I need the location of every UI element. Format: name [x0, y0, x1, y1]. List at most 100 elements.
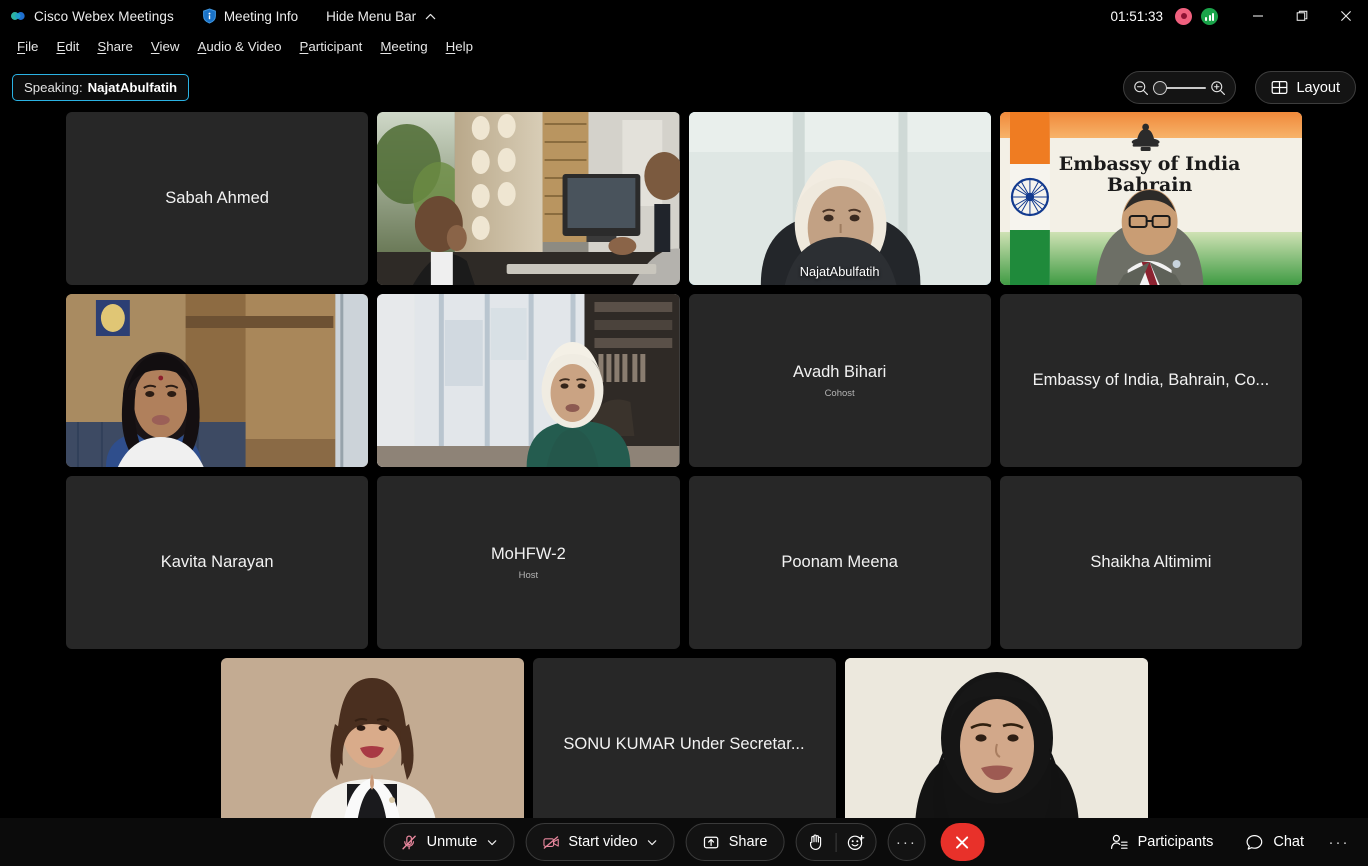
menu-file-label: ile [25, 38, 39, 54]
zoom-control [1123, 71, 1236, 104]
participant-tile-sonu-kumar[interactable]: SONU KUMAR Under Secretar... [532, 658, 836, 831]
participant-tile-shaikha-altimimi[interactable]: Shaikha Altimimi [999, 476, 1302, 649]
menu-share-accel: S [97, 38, 107, 54]
layout-label: Layout [1296, 79, 1340, 96]
tile-name-overlay: NajatAbulfatih [799, 264, 880, 279]
more-options-button[interactable]: ··· [887, 823, 926, 861]
network-quality-icon[interactable] [1201, 7, 1218, 25]
chevron-down-icon[interactable] [647, 837, 658, 848]
menu-edit[interactable]: Edit [47, 36, 88, 57]
participant-tile-embassy-of-india-bahrain[interactable]: Embassy of India, Bahrain, Co... [999, 294, 1302, 467]
video-grid-row: Kavita Narayan MoHFW-2 Host Poonam Meena… [66, 476, 1302, 649]
start-video-button[interactable]: Start video [525, 823, 675, 861]
menu-view[interactable]: View [142, 36, 189, 57]
participant-tile-kavita-narayan[interactable]: Kavita Narayan [66, 476, 369, 649]
microphone-muted-icon [402, 834, 416, 849]
video-feed [66, 294, 369, 467]
zoom-in-icon[interactable] [1210, 80, 1226, 96]
close-button[interactable] [1324, 0, 1368, 32]
zoom-slider[interactable] [1153, 80, 1206, 96]
share-label: Share [728, 834, 768, 850]
video-feed [220, 658, 524, 831]
participant-tile-sabah-ahmed[interactable]: Sabah Ahmed [66, 112, 369, 285]
video-grid: Sabah Ahmed NajatAbulfatih Embassy of In… [66, 112, 1302, 840]
menu-audio-video[interactable]: Audio & Video [188, 36, 290, 57]
emoji-reaction-icon [847, 834, 865, 850]
unmute-label: Unmute [426, 834, 478, 850]
tile-name: MoHFW-2 [490, 544, 566, 563]
toolbar-center-controls: Unmute Start video Share ··· [383, 823, 985, 861]
menu-help-accel: H [445, 38, 456, 54]
restore-icon [1296, 10, 1308, 21]
participant-tile-office-two-men[interactable] [377, 112, 680, 285]
video-feed [377, 112, 680, 285]
toolbar-right-controls: Participants Chat ··· [1096, 823, 1356, 861]
menu-help-label: elp [455, 38, 474, 54]
raise-hand-button[interactable] [796, 823, 835, 861]
participant-tile-najatabulfatih-active-speaker[interactable]: NajatAbulfatih [688, 112, 991, 285]
recording-indicator-icon[interactable] [1175, 7, 1192, 25]
meeting-info-label: Meeting Info [223, 8, 299, 24]
zoom-out-icon[interactable] [1133, 80, 1149, 96]
menu-edit-accel: E [56, 38, 66, 54]
chat-button[interactable]: Chat [1231, 823, 1318, 861]
hide-menu-bar-button[interactable]: Hide Menu Bar [326, 9, 437, 24]
chat-bubble-icon [1246, 834, 1263, 850]
tile-name: Sabah Ahmed [165, 189, 269, 207]
participants-label: Participants [1137, 834, 1214, 850]
menu-share[interactable]: Share [88, 36, 142, 57]
participant-tile-mohfw-2[interactable]: MoHFW-2 Host [377, 476, 680, 649]
more-panels-button[interactable]: ··· [1322, 823, 1356, 861]
menu-meeting[interactable]: Meeting [371, 36, 436, 57]
participant-tile-avadh-bihari[interactable]: Avadh Bihari Cohost [688, 294, 991, 467]
title-bar: Cisco Webex Meetings Meeting Info Hide M… [0, 0, 1368, 32]
participant-tile-woman-wood-office[interactable] [66, 294, 369, 467]
menu-meeting-label: eeting [391, 38, 428, 54]
share-button[interactable]: Share [685, 823, 785, 861]
video-grid-row: Avadh Bihari Cohost Embassy of India, Ba… [66, 294, 1302, 467]
close-x-icon [956, 835, 969, 849]
hide-menu-bar-label: Hide Menu Bar [326, 8, 417, 24]
raise-hand-icon [810, 834, 822, 850]
chevron-down-icon[interactable] [486, 837, 497, 848]
share-screen-icon [703, 836, 719, 848]
webex-logo-icon [8, 6, 28, 26]
meeting-info-button[interactable]: Meeting Info [202, 8, 298, 24]
close-icon [1340, 10, 1352, 22]
zoom-slider-handle[interactable] [1153, 80, 1167, 95]
video-grid-row: Sabah Ahmed NajatAbulfatih Embassy of In… [66, 112, 1302, 285]
leave-meeting-button[interactable] [940, 823, 985, 861]
menu-help[interactable]: Help [437, 36, 482, 57]
video-feed [844, 658, 1148, 831]
menu-participant[interactable]: Participant [291, 36, 372, 57]
meeting-timer: 01:51:33 [1110, 8, 1163, 24]
participant-tile-woman-window-office[interactable] [377, 294, 680, 467]
minimize-button[interactable] [1236, 0, 1280, 32]
participant-tile-poonam-meena[interactable]: Poonam Meena [688, 476, 991, 649]
tile-name: Embassy of India, Bahrain, Co... [1032, 371, 1270, 389]
tile-role-badge: Cohost [824, 387, 855, 399]
tile-name: Shaikha Altimimi [1090, 553, 1212, 571]
menu-edit-label: dit [65, 38, 80, 54]
tile-role-badge: Host [518, 569, 539, 581]
menu-audio-video-label: udio & Video [206, 38, 282, 54]
participant-tile-embassy-of-india-bahrain-video[interactable]: Embassy of India Bahrain [999, 112, 1302, 285]
reactions-button[interactable] [836, 823, 875, 861]
participant-tile-portrait-hijab[interactable] [844, 658, 1148, 831]
video-feed: Embassy of India Bahrain [999, 112, 1302, 285]
ellipsis-icon: ··· [1328, 833, 1350, 851]
participant-tile-portrait-beige[interactable] [220, 658, 524, 831]
tile-name: Kavita Narayan [160, 553, 274, 571]
maximize-button[interactable] [1280, 0, 1324, 32]
menu-file[interactable]: File [8, 36, 47, 57]
participants-icon [1110, 834, 1128, 849]
participants-button[interactable]: Participants [1096, 823, 1228, 861]
start-video-label: Start video [568, 834, 638, 850]
video-grid-row: SONU KUMAR Under Secretar... [66, 658, 1302, 831]
chevron-up-icon [425, 13, 436, 19]
reactions-group [795, 823, 877, 861]
menu-view-accel: V [150, 38, 160, 54]
layout-button[interactable]: Layout [1255, 71, 1356, 104]
unmute-button[interactable]: Unmute [383, 823, 515, 861]
menu-view-label: iew [159, 38, 180, 54]
